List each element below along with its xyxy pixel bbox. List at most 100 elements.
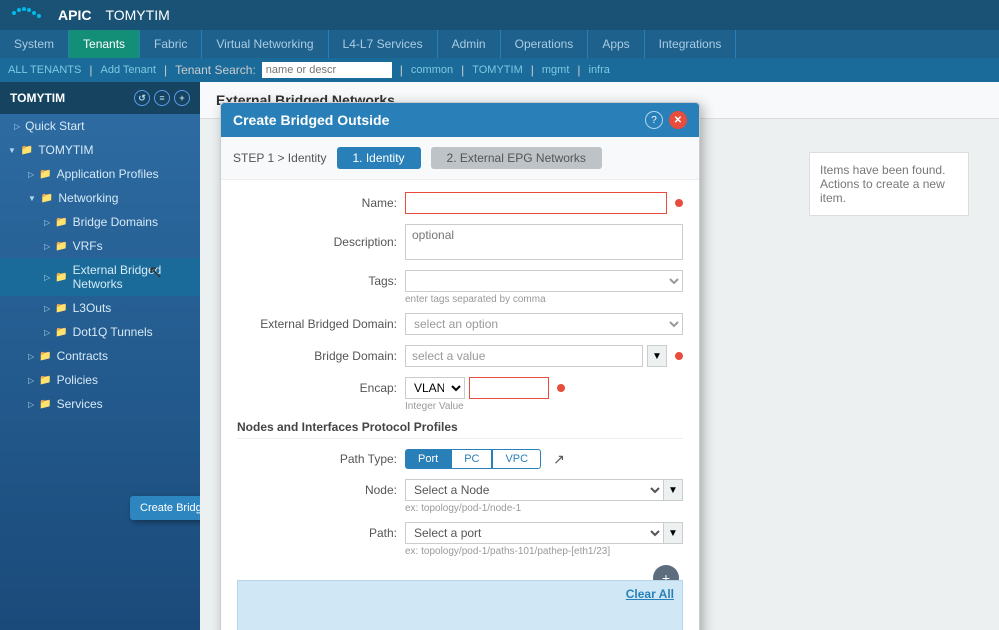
tags-hint: enter tags separated by comma [405,294,683,305]
bridge-domain-dropdown-arrow[interactable]: ▼ [647,345,667,367]
sidebar-icon-list[interactable]: ≡ [154,90,170,106]
nav-apps[interactable]: Apps [588,30,644,58]
nav-tenants[interactable]: Tenants [69,30,140,58]
node-select[interactable]: Select a Node [405,479,663,501]
app-title: APIC [58,7,91,23]
modal-help-button[interactable]: ? [645,111,663,129]
path-row: Select a port ▼ [405,522,683,544]
nav-virtual-networking[interactable]: Virtual Networking [202,30,328,58]
sidebar-item-tomytim-root[interactable]: ▼ 📁 TOMYTIM [0,138,200,162]
tenant-search-input[interactable] [262,62,392,78]
tags-select[interactable] [405,270,683,292]
description-textarea[interactable] [405,224,683,260]
path-btn-vpc[interactable]: VPC [492,449,541,469]
path-hint: ex: topology/pod-1/paths-101/pathep-[eth… [405,546,683,557]
folder-icon: 📁 [55,303,67,314]
arrow-icon: ▷ [44,273,50,282]
sidebar-item-services[interactable]: ▷ 📁 Services [0,392,200,416]
sidebar-item-appprofiles[interactable]: ▷ 📁 Application Profiles [0,162,200,186]
bridge-domain-input[interactable] [405,345,643,367]
add-button[interactable]: + [653,565,679,580]
node-dropdown-arrow[interactable]: ▼ [663,479,683,501]
ext-bridged-domain-label: External Bridged Domain: [237,317,397,331]
encap-required-indicator [557,384,565,392]
nav-fabric[interactable]: Fabric [140,30,202,58]
clear-all-button[interactable]: Clear All [626,587,674,601]
sidebar-label-vrfs: VRFs [73,239,103,253]
name-input[interactable] [405,192,667,214]
sidebar-label-policies: Policies [57,373,98,387]
tenant-mgmt-link[interactable]: mgmt [542,64,570,76]
encap-group: VLAN [405,377,549,399]
nav-bar: System Tenants Fabric Virtual Networking… [0,30,999,58]
sidebar-label-appprofiles: Application Profiles [57,167,159,181]
step-identity-button[interactable]: 1. Identity [337,147,421,169]
description-label: Description: [237,235,397,249]
folder-icon: 📁 [39,399,51,410]
folder-icon: 📁 [55,217,67,228]
form-row-pathtype: Path Type: Port PC VPC ↗ [237,449,683,469]
ext-bridged-domain-select[interactable]: select an option [405,313,683,335]
path-dropdown-arrow[interactable]: ▼ [663,522,683,544]
sidebar-item-networking[interactable]: ▼ 📁 Networking [0,186,200,210]
path-btn-pc[interactable]: PC [451,449,492,469]
sidebar-icon-refresh[interactable]: ↺ [134,90,150,106]
sidebar-label-bridgedomains: Bridge Domains [73,215,158,229]
sidebar-title: TOMYTIM ↺ ≡ + [0,82,200,114]
folder-icon: 📁 [21,145,33,156]
form-row-extbridged: External Bridged Domain: select an optio… [237,313,683,335]
modal-header-icons: ? ✕ [645,111,687,129]
sidebar-item-vrfs[interactable]: ▷ 📁 VRFs [0,234,200,258]
arrow-icon: ▷ [44,304,50,313]
sidebar-item-dot1q[interactable]: ▷ 📁 Dot1Q Tunnels [0,320,200,344]
arrow-icon: ▷ [28,352,34,361]
sidebar-item-extbridged[interactable]: ▷ 📁 External Bridged Networks Create Bri… [0,258,200,296]
arrow-icon: ▷ [14,122,20,131]
path-select[interactable]: Select a port [405,522,663,544]
bridge-domain-label: Bridge Domain: [237,349,397,363]
add-tenant-link[interactable]: Add Tenant [100,64,155,76]
form-row-node: Node: Select a Node ▼ [237,479,683,501]
sidebar-item-l3outs[interactable]: ▷ 📁 L3Outs [0,296,200,320]
form-body: Name: Description: Tags: enter tags sepa… [221,180,699,580]
folder-icon: 📁 [55,272,67,283]
nav-admin[interactable]: Admin [438,30,501,58]
folder-icon: 📁 [55,241,67,252]
right-hint-panel: Items have been found. Actions to create… [809,152,969,216]
main-layout: TOMYTIM ↺ ≡ + ▷ Quick Start ▼ 📁 TOMYTIM … [0,82,999,630]
modal-close-button[interactable]: ✕ [669,111,687,129]
folder-icon: 📁 [39,169,51,180]
path-btn-port[interactable]: Port [405,449,451,469]
encap-type-select[interactable]: VLAN [405,377,465,399]
nav-l4l7[interactable]: L4-L7 Services [329,30,438,58]
form-row-encap: Encap: VLAN [237,377,683,399]
sidebar-item-bridgedomains[interactable]: ▷ 📁 Bridge Domains [0,210,200,234]
tenant-tomytim-link[interactable]: TOMYTIM [472,64,523,76]
folder-icon: 📁 [39,351,51,362]
sidebar-item-contracts[interactable]: ▷ 📁 Contracts [0,344,200,368]
all-tenants-link[interactable]: ALL TENANTS [8,64,81,76]
node-label: Node: [237,483,397,497]
sidebar-label-services: Services [57,397,103,411]
sidebar-item-policies[interactable]: ▷ 📁 Policies [0,368,200,392]
form-row-tags: Tags: [237,270,683,292]
arrow-icon: ▷ [28,376,34,385]
sidebar-label-l3outs: L3Outs [73,301,112,315]
sidebar-item-quickstart[interactable]: ▷ Quick Start [0,114,200,138]
tenant-common-link[interactable]: common [411,64,453,76]
tenant-infra-link[interactable]: infra [589,64,610,76]
nav-operations[interactable]: Operations [501,30,589,58]
arrow-icon: ▷ [28,170,34,179]
arrow-icon: ▼ [28,194,36,203]
nav-system[interactable]: System [0,30,69,58]
sidebar-icon-plus[interactable]: + [174,90,190,106]
nav-integrations[interactable]: Integrations [645,30,737,58]
step-epg-button[interactable]: 2. External EPG Networks [431,147,602,169]
folder-icon: 📁 [39,375,51,386]
sidebar: TOMYTIM ↺ ≡ + ▷ Quick Start ▼ 📁 TOMYTIM … [0,82,200,630]
name-label: Name: [237,196,397,210]
sidebar-label-dot1q: Dot1Q Tunnels [73,325,153,339]
encap-value-input[interactable] [469,377,549,399]
cisco-logo-icon [10,5,42,25]
sidebar-icons: ↺ ≡ + [134,90,190,106]
